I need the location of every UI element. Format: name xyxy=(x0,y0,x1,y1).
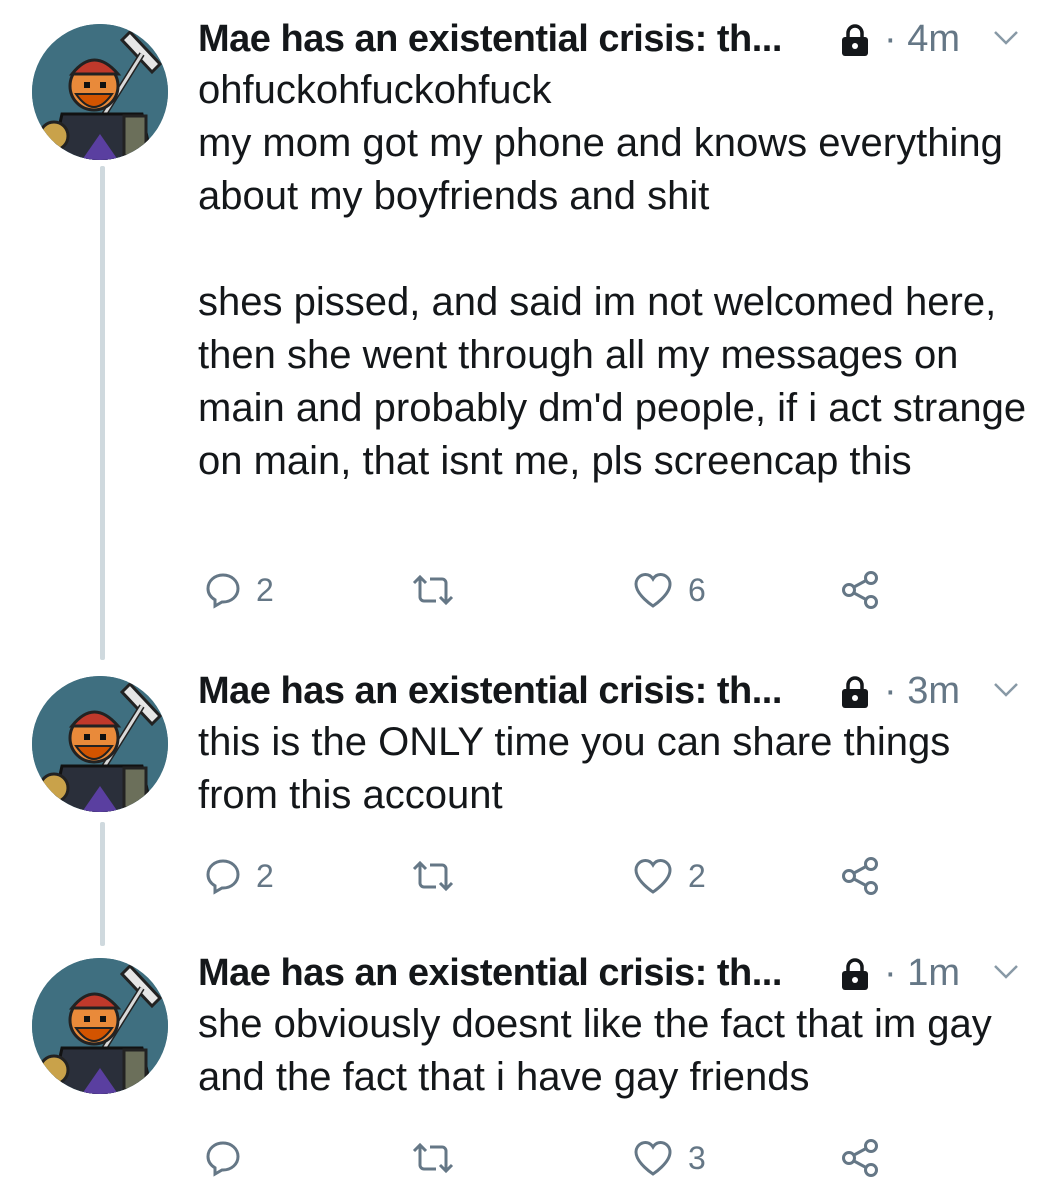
thread-line xyxy=(100,166,105,660)
timestamp[interactable]: · 4m xyxy=(884,12,960,66)
tweet-paragraph: this is the ONLY time you can share thin… xyxy=(198,720,962,817)
like-button[interactable]: 2 xyxy=(632,854,706,898)
display-name[interactable]: Mae has an existential crisis: th... xyxy=(198,664,782,718)
retweet-icon xyxy=(412,860,454,892)
display-name[interactable]: Mae has an existential crisis: th... xyxy=(198,946,782,1000)
share-button[interactable] xyxy=(840,854,880,898)
tweet-text: this is the ONLY time you can share thin… xyxy=(198,716,1038,822)
chevron-down-icon[interactable] xyxy=(992,28,1020,48)
reply-count: 2 xyxy=(256,857,274,894)
reply-icon xyxy=(206,859,240,895)
reply-count: 2 xyxy=(256,571,274,608)
share-icon xyxy=(842,857,878,895)
share-icon xyxy=(842,1139,878,1177)
like-count: 6 xyxy=(688,571,706,608)
heart-icon xyxy=(634,1140,672,1176)
avatar[interactable] xyxy=(32,958,168,1094)
like-button[interactable]: 3 xyxy=(632,1136,706,1180)
retweet-button[interactable] xyxy=(410,1136,470,1180)
lock-icon xyxy=(838,23,872,57)
tweet-paragraph: ohfuckohfuckohfuck my mom got my phone a… xyxy=(198,68,1003,218)
retweet-icon xyxy=(412,574,454,606)
avatar[interactable] xyxy=(32,676,168,812)
retweet-button[interactable] xyxy=(410,568,470,612)
heart-icon xyxy=(634,572,672,608)
like-count: 2 xyxy=(688,857,706,894)
share-button[interactable] xyxy=(840,1136,880,1180)
tweet-text: ohfuckohfuckohfuck my mom got my phone a… xyxy=(198,64,1038,488)
tweet-text: she obviously doesnt like the fact that … xyxy=(198,998,1038,1104)
thread-line xyxy=(100,822,105,946)
retweet-icon xyxy=(412,1142,454,1174)
display-name[interactable]: Mae has an existential crisis: th... xyxy=(198,12,782,66)
reply-button[interactable]: 2 xyxy=(204,854,274,898)
reply-button[interactable] xyxy=(204,1136,256,1180)
tweet-paragraph: she obviously doesnt like the fact that … xyxy=(198,1002,1003,1099)
tweet-header: Mae has an existential crisis: th... · 1… xyxy=(198,946,1038,1000)
chevron-down-icon[interactable] xyxy=(992,680,1020,700)
tweet-actions: 2 2 xyxy=(198,854,1038,898)
avatar[interactable] xyxy=(32,24,168,160)
tweet-actions: 2 6 xyxy=(198,568,1038,612)
share-icon xyxy=(842,571,878,609)
like-button[interactable]: 6 xyxy=(632,568,706,612)
tweet-actions: 3 xyxy=(198,1136,1038,1180)
retweet-button[interactable] xyxy=(410,854,470,898)
tweet-paragraph: shes pissed, and said im not welcomed he… xyxy=(198,280,1038,483)
reply-button[interactable]: 2 xyxy=(204,568,274,612)
lock-icon xyxy=(838,957,872,991)
like-count: 3 xyxy=(688,1139,706,1176)
reply-icon xyxy=(206,573,240,609)
share-button[interactable] xyxy=(840,568,880,612)
chevron-down-icon[interactable] xyxy=(992,962,1020,982)
tweet-header: Mae has an existential crisis: th... · 4… xyxy=(198,12,1038,66)
tweet-header: Mae has an existential crisis: th... · 3… xyxy=(198,664,1038,718)
timestamp[interactable]: · 3m xyxy=(884,664,960,718)
timestamp[interactable]: · 1m xyxy=(884,946,960,1000)
lock-icon xyxy=(838,675,872,709)
reply-icon xyxy=(206,1141,240,1177)
heart-icon xyxy=(634,858,672,894)
